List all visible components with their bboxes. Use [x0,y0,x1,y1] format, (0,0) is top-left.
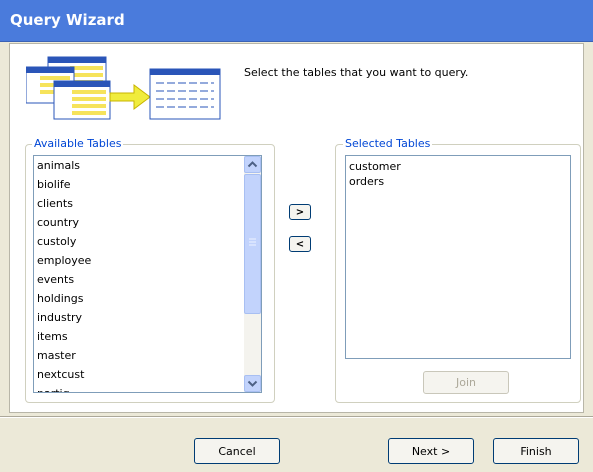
list-item[interactable]: employee [37,254,91,267]
table-stack-icon [26,56,111,120]
tables-transfer-illustration [26,56,221,120]
scroll-up-button[interactable] [244,156,261,173]
list-item[interactable]: country [37,216,79,229]
list-item[interactable]: events [37,273,74,286]
add-table-button[interactable]: > [289,204,311,220]
list-item[interactable]: master [37,349,76,362]
list-item[interactable]: nextcust [37,368,84,381]
remove-table-button[interactable]: < [289,236,311,252]
list-item[interactable]: biolife [37,178,71,191]
selected-tables-list[interactable]: customer orders [345,155,571,359]
next-button[interactable]: Next > [388,438,474,464]
list-item[interactable]: animals [37,159,80,172]
cancel-button[interactable]: Cancel [194,438,280,464]
window-title: Query Wizard [10,11,125,29]
list-item[interactable]: holdings [37,292,83,305]
list-item[interactable]: orders [349,175,384,188]
instruction-text: Select the tables that you want to query… [244,66,469,79]
list-item[interactable]: customer [349,160,401,173]
list-item[interactable]: partiq [37,387,70,392]
scroll-down-button[interactable] [244,375,261,392]
arrow-right-icon [109,84,151,110]
footer-divider-highlight [0,417,593,418]
join-button[interactable]: Join [423,371,509,394]
list-item[interactable]: custoly [37,235,76,248]
chevron-down-icon [247,380,258,387]
available-tables-legend: Available Tables [32,137,124,150]
title-bar: Query Wizard [0,0,593,42]
list-item[interactable]: clients [37,197,73,210]
chevron-up-icon [247,161,258,168]
table-grid-icon [149,68,221,120]
scroll-thumb[interactable] [244,174,261,314]
vertical-scrollbar[interactable] [244,156,261,392]
available-tables-list[interactable]: animals biolife clients country custoly … [33,155,262,393]
selected-tables-legend: Selected Tables [343,137,433,150]
grip-icon [249,238,256,246]
list-item[interactable]: industry [37,311,82,324]
list-item[interactable]: items [37,330,68,343]
finish-button[interactable]: Finish [493,438,579,464]
